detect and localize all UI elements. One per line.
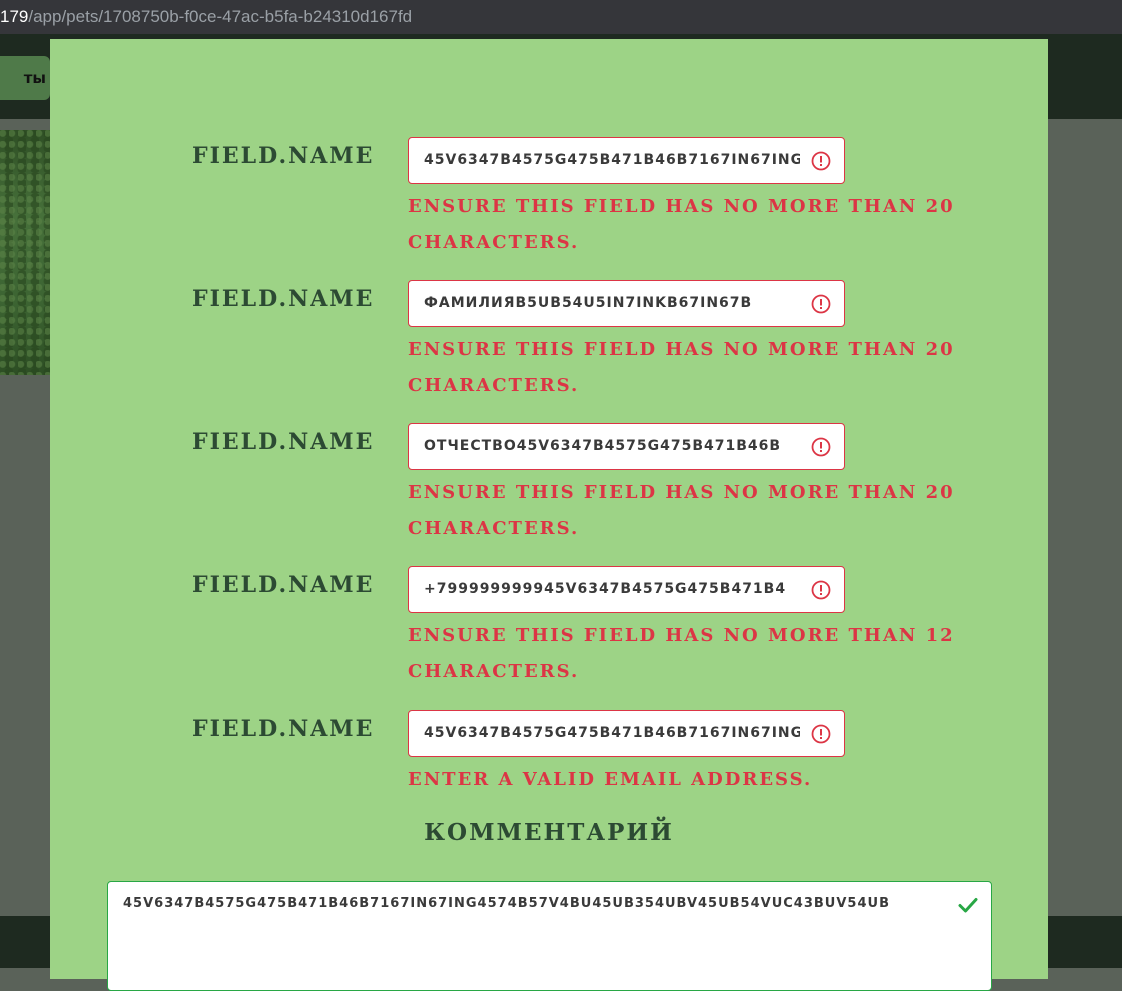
field-label: field.name <box>192 143 375 169</box>
field-label: field.name <box>192 572 375 598</box>
background-nav-button[interactable]: ты <box>0 56 50 100</box>
field-error-message: Ensure this field has no more than 20 ch… <box>408 339 955 396</box>
field-value: +799999999945v6347b4575g475b471b4 <box>424 581 787 597</box>
error-circle-icon <box>811 151 831 171</box>
email-input[interactable]: 45v6347b4575g475b471b46b7167in67ing4574b… <box>408 710 845 757</box>
patronymic-input[interactable]: Отчествo45v6347b4575g475b471b46b <box>408 423 845 470</box>
field-label: field.name <box>192 286 375 312</box>
url-host: 179 <box>0 7 29 26</box>
phone-input[interactable]: +799999999945v6347b4575g475b471b4 <box>408 566 845 613</box>
background-pet-photo <box>0 130 50 375</box>
url-path: /app/pets/1708750b-f0ce-47ac-b5fa-b24310… <box>28 7 413 26</box>
field-value: Фамилияb5ub54u5in7inkb67in67b <box>424 295 753 311</box>
field-error-message: Ensure this field has no more than 12 ch… <box>408 625 955 682</box>
field-label: field.name <box>192 716 375 742</box>
comment-textarea[interactable]: 45v6347b4575g475b471b46b7167in67ing4574b… <box>107 881 992 991</box>
comment-label: Комментарий <box>424 819 674 846</box>
browser-address-bar[interactable]: 179/app/pets/1708750b-f0ce-47ac-b5fa-b24… <box>0 0 1122 35</box>
first-name-input[interactable]: 45v6347b4575g475b471b46b7167in67ing4574b… <box>408 137 845 184</box>
last-name-input[interactable]: Фамилияb5ub54u5in7inkb67in67b <box>408 280 845 327</box>
field-value: 45v6347b4575g475b471b46b7167in67ing4574b… <box>424 152 800 168</box>
error-circle-icon <box>811 724 831 744</box>
field-error-message: Enter a valid email address. <box>408 769 813 790</box>
field-value: 45v6347b4575g475b471b46b7167in67ing4574b… <box>424 725 800 741</box>
checkmark-icon <box>958 898 978 913</box>
field-label: field.name <box>192 429 375 455</box>
field-error-message: Ensure this field has no more than 20 ch… <box>408 482 955 539</box>
comment-value: 45v6347b4575g475b471b46b7167in67ing4574b… <box>123 896 890 911</box>
error-circle-icon <box>811 437 831 457</box>
field-value: Отчествo45v6347b4575g475b471b46b <box>424 438 782 454</box>
field-error-message: Ensure this field has no more than 20 ch… <box>408 196 955 253</box>
edit-modal: field.name 45v6347b4575g475b471b46b7167i… <box>50 39 1048 991</box>
error-circle-icon <box>811 294 831 314</box>
error-circle-icon <box>811 580 831 600</box>
